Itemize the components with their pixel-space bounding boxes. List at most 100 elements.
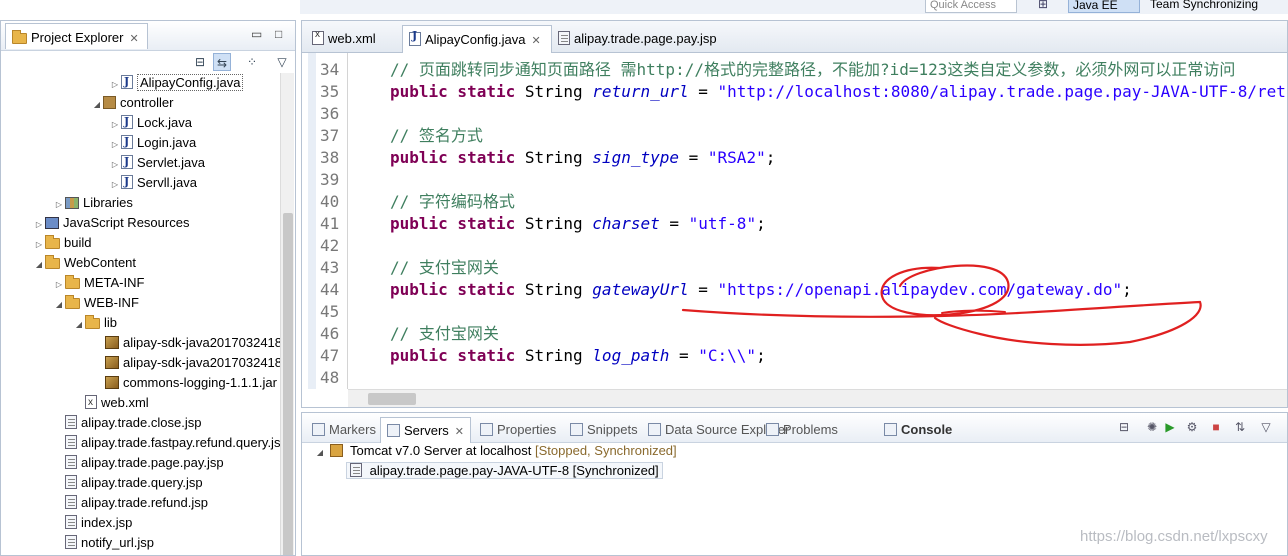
tree-item-label: alipay-sdk-java20170324180803-source.jar [123,355,281,370]
expand-arrow-icon[interactable]: ◢ [314,443,326,463]
collapse-arrow-icon[interactable]: ◢ [33,255,45,275]
tree-item[interactable]: alipay.trade.close.jsp [53,413,201,433]
code-line: public static String log_path = "C:\\"; [390,345,766,367]
tree-item[interactable]: alipay-sdk-java20170324180803-source.jar [93,353,281,373]
code-line: // 页面跳转同步通知页面路径 需http://格式的完整路径，不能加?id=1… [390,59,1235,81]
view-menu-icon[interactable]: ▽ [1258,419,1274,435]
collapse-arrow-icon[interactable]: ◢ [73,315,85,335]
scrollbar-thumb[interactable] [283,213,293,555]
expand-arrow-icon[interactable]: ▷ [33,215,45,235]
tree-item-label: Lock.java [137,115,192,130]
editor-tabbar: web.xml AlipayConfig.java ✕ alipay.trade.pa… [302,21,1287,53]
tree-item[interactable]: ◢ lib [73,313,117,333]
code-line: // 支付宝网关 [390,257,499,279]
code-semicolon: ; [756,214,766,233]
code-string: "https://openapi.alipaydev.com/gateway.d… [717,280,1123,299]
code-type: String [515,280,593,299]
minimize-icon[interactable]: ▭ [251,27,262,41]
expand-arrow-icon[interactable]: ▷ [53,195,65,215]
expand-arrow-icon[interactable]: ▷ [109,75,121,95]
profile-server-icon[interactable]: ⚙ [1184,419,1200,435]
maximize-icon[interactable]: □ [275,27,282,41]
bottom-tab-label: Problems [783,422,838,437]
code-keyword: public static [390,82,516,101]
code-semicolon: ; [756,346,766,365]
perspective-java-ee[interactable]: Java EE [1068,0,1140,13]
tree-item[interactable]: ▷ JavaScript Resources [33,213,190,235]
tree-item[interactable]: ▷ build [33,233,91,253]
tree-item-label: alipay.trade.fastpay.refund.query.jsp [81,435,281,450]
bottom-tab[interactable]: Servers ✕ [380,417,472,443]
tree-item[interactable]: ◢ WEB-INF [53,293,139,313]
tree-item[interactable]: alipay.trade.refund.jsp [53,493,208,513]
expand-arrow-icon[interactable]: ▷ [109,175,121,195]
server-row[interactable]: ◢ Tomcat v7.0 Server at localhost [Stopp… [314,441,677,461]
collapse-arrow-icon[interactable]: ◢ [91,95,103,115]
stop-server-icon[interactable]: ■ [1208,419,1224,435]
line-number-gutter: 34 35 36 37 38 39 40 41 42 43 44 45 46 47 48 [302,53,348,389]
collapse-icon[interactable]: ⊟ [1116,419,1132,435]
editor-tab-label: alipay.trade.page.pay.jsp [574,31,717,46]
expand-arrow-icon[interactable]: ▷ [109,155,121,175]
jar-icon [105,336,119,349]
tree-item[interactable]: ▷ Servll.java [109,172,197,195]
close-icon[interactable]: ✕ [531,35,540,47]
tree-item[interactable]: web.xml [73,393,149,413]
bottom-tab[interactable]: Markers [306,417,382,443]
expand-arrow-icon[interactable]: ▷ [53,275,65,295]
tree-item[interactable]: index.jsp [53,513,132,533]
jar-icon [105,356,119,369]
bottom-tab[interactable]: Console [878,417,958,443]
project-explorer-scrollbar[interactable] [280,73,294,555]
perspective-team-synchronizing[interactable]: Team Synchronizing [1150,0,1258,10]
bottom-tab[interactable]: Snippets [564,417,644,443]
debug-server-icon[interactable]: ✺ [1144,419,1160,435]
start-server-icon[interactable]: ▶ [1162,419,1178,435]
code-comment: // 支付宝网关 [390,324,499,343]
tree-item[interactable]: ▷ Servlet.java [109,152,205,175]
line-number: 45 [320,302,340,321]
tree-item[interactable]: ◢ controller [91,93,174,115]
tree-item[interactable]: alipay.trade.query.jsp [53,473,203,493]
expand-arrow-icon[interactable]: ▷ [33,235,45,255]
filters-icon[interactable]: ⁘ [243,53,261,71]
link-with-editor-icon[interactable]: ⇆ [213,53,231,71]
publish-icon[interactable]: ⇅ [1232,419,1248,435]
code-area[interactable]: 34 35 36 37 38 39 40 41 42 43 44 45 46 47 48 // 页面跳转同步… [302,53,1287,389]
editor-tab[interactable]: alipay.trade.page.pay.jsp [552,25,727,53]
quick-access-input[interactable]: Quick Access [925,0,1017,13]
tab-project-explorer[interactable]: Project Explorer ✕ [5,23,148,49]
tree-item[interactable]: ▷ Login.java [109,132,196,155]
editor-tab[interactable]: web.xml [306,25,386,53]
bottom-tab[interactable]: Properties [474,417,562,443]
code-operator: = [669,346,699,365]
expand-arrow-icon[interactable]: ▷ [109,135,121,155]
tree-item[interactable]: alipay.trade.page.pay.jsp [53,453,224,473]
bottom-tab[interactable]: Problems [760,417,844,443]
tree-item[interactable]: ▷ Libraries [53,193,133,213]
tree-item[interactable]: ▷ AlipayConfig.java [109,73,244,95]
server-module-row[interactable]: alipay.trade.page.pay-JAVA-UTF-8 [Synchr… [346,461,663,481]
tree-item[interactable]: commons-logging-1.1.1.jar [93,373,277,393]
tree-item[interactable]: alipay.trade.fastpay.refund.query.jsp [53,433,281,453]
line-number: 39 [320,170,340,189]
view-menu-icon[interactable]: ▽ [273,53,291,71]
tree-item[interactable]: ◢ WebContent [33,253,136,273]
tree-item[interactable]: ▷ META-INF [53,273,144,293]
open-perspective-icon[interactable]: ⊞ [1038,0,1054,11]
expand-arrow-icon[interactable]: ▷ [109,115,121,135]
editor-tab[interactable]: AlipayConfig.java ✕ [402,25,552,53]
collapse-all-icon[interactable]: ⊟ [191,53,209,71]
close-icon[interactable]: ✕ [129,33,138,45]
editor-horizontal-scrollbar[interactable] [348,389,1287,407]
tree-item[interactable]: ▷ Lock.java [109,112,192,135]
annotation-ruler [308,53,316,389]
tree-item[interactable]: notify_url.jsp [53,533,154,553]
code-comment: // 签名方式 [390,126,483,145]
collapse-arrow-icon[interactable]: ◢ [53,295,65,315]
tree-item[interactable]: alipay-sdk-java20170324180803.jar [93,333,281,353]
scrollbar-thumb[interactable] [368,393,416,405]
code-semicolon: ; [1122,280,1132,299]
folder-icon [45,235,60,249]
close-icon[interactable]: ✕ [455,426,464,438]
